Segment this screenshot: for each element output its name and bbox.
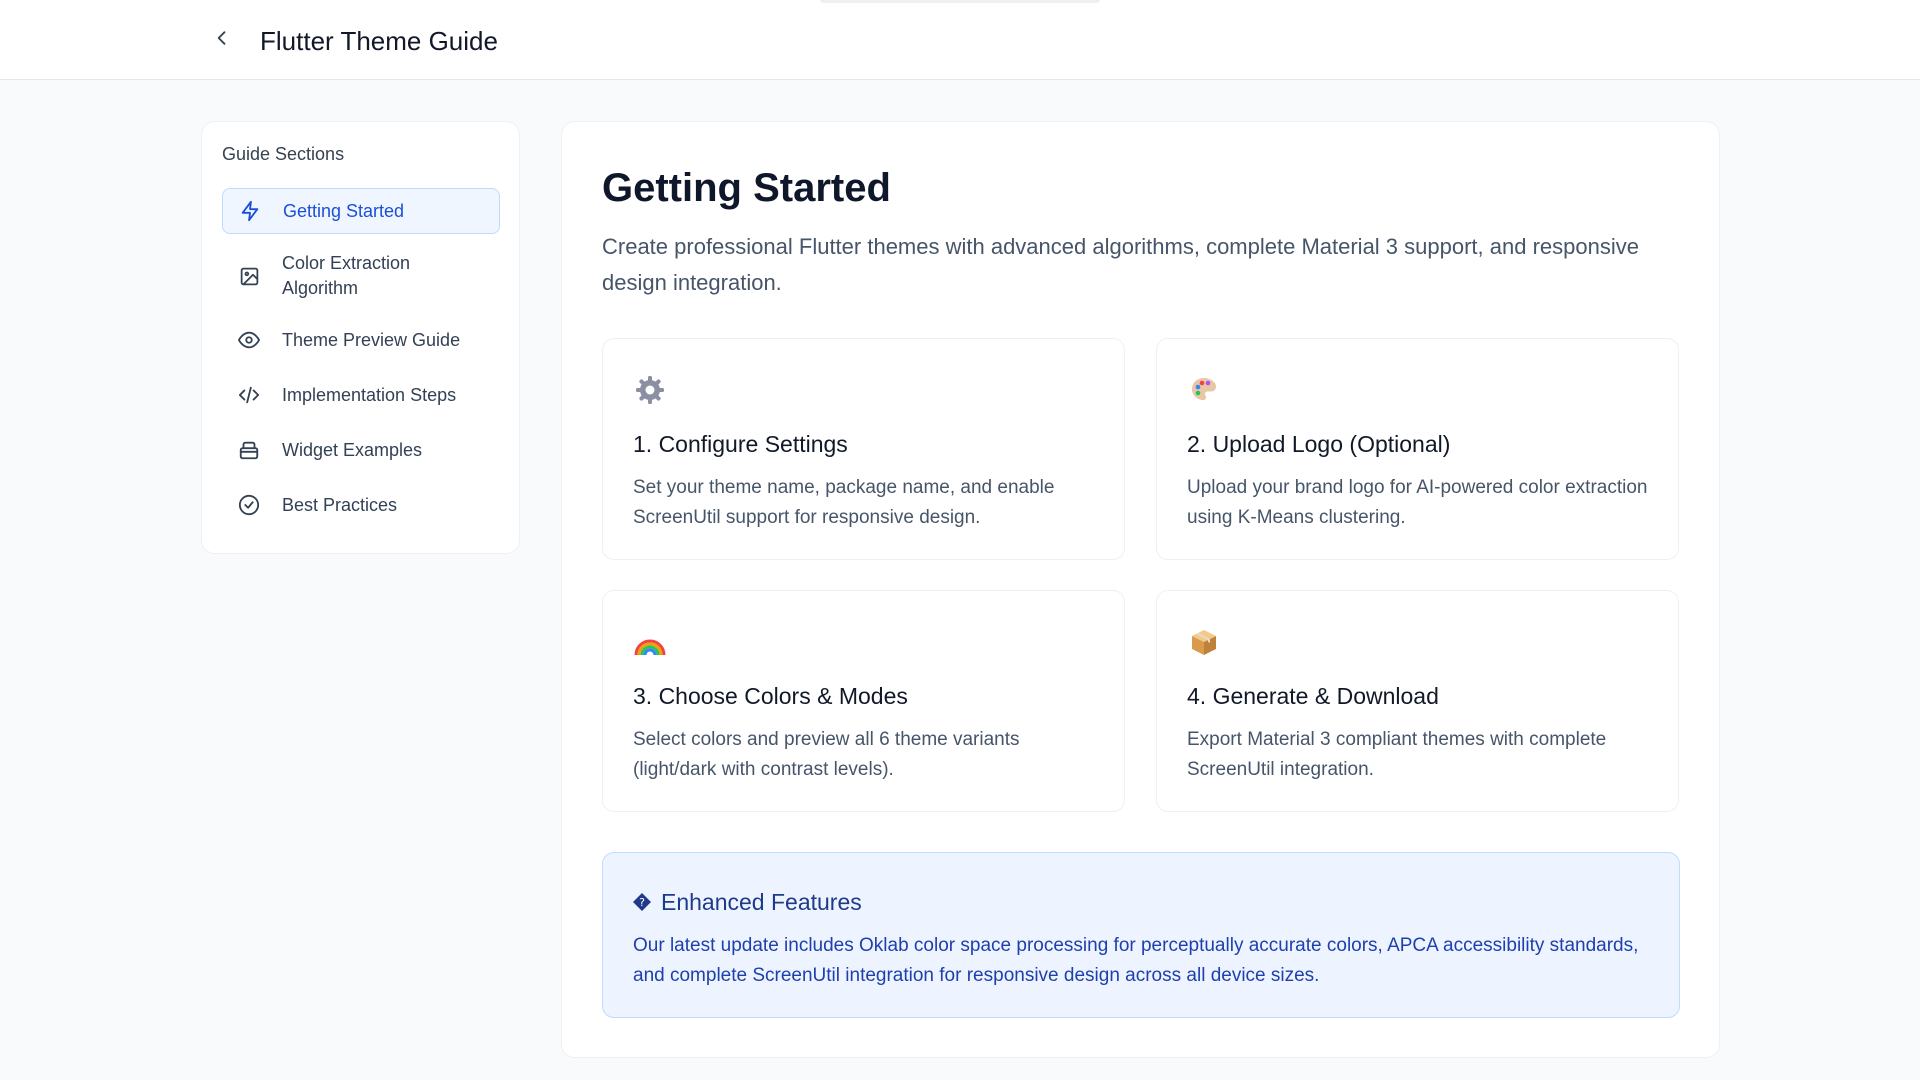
box-icon: [237, 438, 261, 462]
lightning-icon: [238, 199, 262, 223]
sidebar-heading: Guide Sections: [222, 144, 345, 164]
card-title: 4. Generate & Download: [1187, 683, 1439, 709]
svg-text:?: ?: [639, 896, 645, 909]
back-button[interactable]: [206, 24, 238, 56]
card-text: Upload your brand logo for AI-powered co…: [1187, 477, 1648, 528]
card-title: 1. Configure Settings: [633, 431, 848, 457]
step-card-upload-logo: 2. Upload Logo (Optional) Upload your br…: [1156, 338, 1679, 560]
step-card-configure: 1. Configure Settings Set your theme nam…: [602, 338, 1125, 560]
gear-icon: [633, 373, 667, 407]
sidebar-item-best-practices[interactable]: Best Practices: [222, 482, 500, 528]
chevron-left-icon: [212, 28, 232, 53]
card-title: 2. Upload Logo (Optional): [1187, 431, 1451, 457]
sidebar-item-label: Getting Started: [283, 200, 405, 221]
card-title: 3. Choose Colors & Modes: [633, 683, 908, 709]
page-title: Flutter Theme Guide: [260, 26, 498, 56]
section-description: Create professional Flutter themes with …: [602, 234, 1639, 295]
sidebar-item-color-extraction[interactable]: Color Extraction Algorithm: [222, 244, 452, 308]
palette-icon: [1187, 373, 1221, 407]
code-icon: [237, 383, 261, 407]
sidebar-item-widget-examples[interactable]: Widget Examples: [222, 427, 500, 473]
check-circle-icon: [237, 493, 261, 517]
top-tab-indicator: [820, 0, 1100, 3]
sidebar-item-label: Implementation Steps: [282, 384, 457, 405]
sidebar-item-label: Theme Preview Guide: [282, 329, 461, 350]
sidebar-item-implementation-steps[interactable]: Implementation Steps: [222, 372, 500, 418]
step-card-generate: 4. Generate & Download Export Material 3…: [1156, 590, 1679, 812]
callout-title-text: Enhanced Features: [661, 889, 862, 915]
enhanced-features-callout: ? Enhanced Features Our latest update in…: [602, 852, 1680, 1018]
rainbow-icon: [633, 625, 667, 659]
sidebar-item-label: Color Extraction Algorithm: [282, 253, 411, 298]
card-text: Set your theme name, package name, and e…: [633, 477, 1055, 528]
card-text: Export Material 3 compliant themes with …: [1187, 729, 1607, 780]
sidebar-item-theme-preview[interactable]: Theme Preview Guide: [222, 317, 500, 363]
diamond-icon: ?: [633, 893, 651, 911]
sidebar-item-label: Best Practices: [282, 494, 398, 515]
step-card-choose-colors: 3. Choose Colors & Modes Select colors a…: [602, 590, 1125, 812]
image-icon: [237, 264, 261, 288]
callout-text: Our latest update includes Oklab color s…: [633, 935, 1639, 986]
guide-sidebar: Guide Sections Getting Started Color Ext…: [201, 121, 520, 554]
card-text: Select colors and preview all 6 theme va…: [633, 729, 1020, 780]
sidebar-item-getting-started[interactable]: Getting Started: [222, 188, 500, 234]
main-content: Getting Started Create professional Flut…: [561, 121, 1720, 1058]
package-icon: [1187, 625, 1221, 659]
callout-title: ? Enhanced Features: [633, 887, 862, 917]
section-title: Getting Started: [602, 166, 891, 210]
sidebar-item-label: Widget Examples: [282, 439, 423, 460]
eye-icon: [237, 328, 261, 352]
top-app-bar: Flutter Theme Guide: [0, 0, 1920, 80]
guide-nav: Getting Started Color Extraction Algorit…: [222, 188, 500, 528]
